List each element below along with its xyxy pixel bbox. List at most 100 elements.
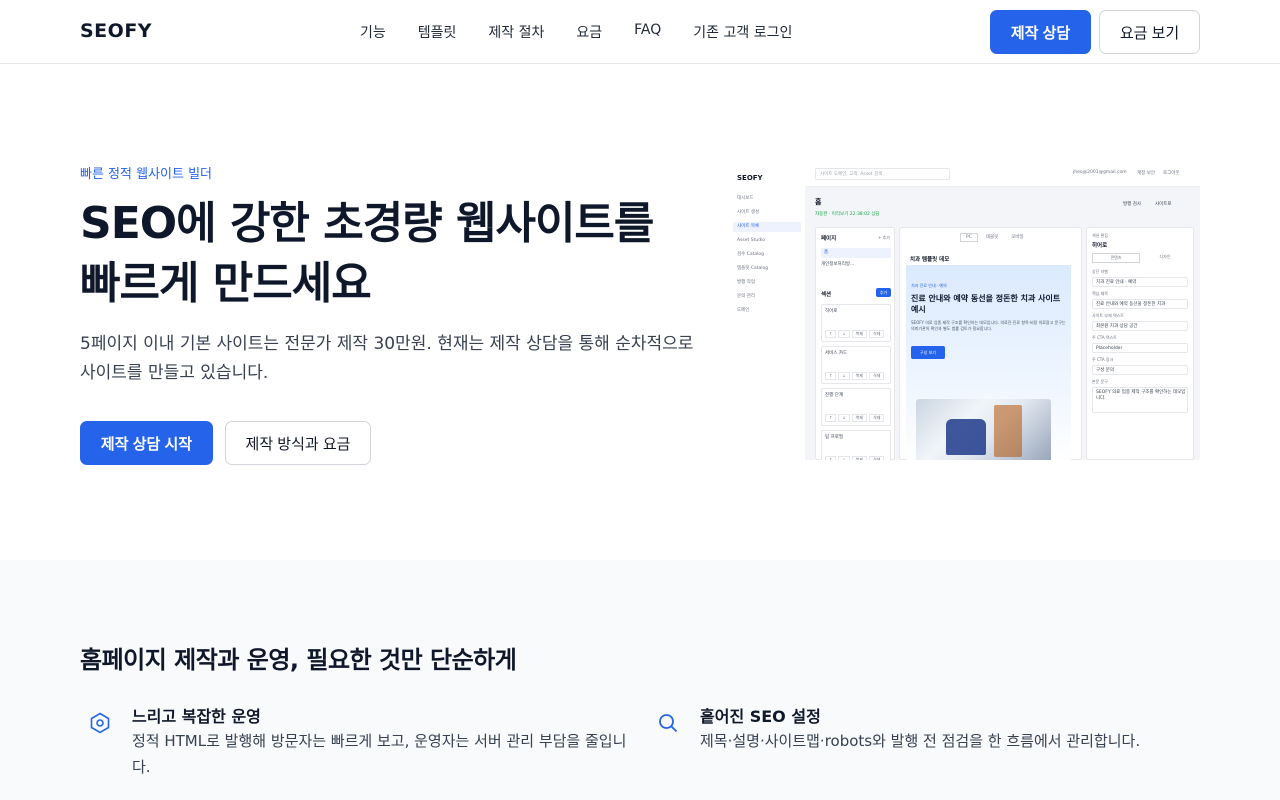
nav-features[interactable]: 기능 [360, 22, 386, 42]
mock-edit-panel: 섹션 편집 히어로 콘텐츠 디자인 상단 라벨 치과 진료 안내 · 예약 핵심… [1086, 227, 1194, 460]
mock-section-action: 삭제 [869, 330, 885, 338]
mock-field-label: 핵심 제목 [1092, 291, 1108, 296]
mock-sections-title: 섹션 [821, 292, 832, 298]
mock-logo: SEOFY [737, 174, 763, 182]
mock-preview-title: 진료 안내와 예약 동선을 정돈한 치과 사이트 예시 [911, 294, 1061, 314]
feature-text: 제목·설명·사이트맵·robots와 발행 전 점검을 한 흐름에서 관리합니다… [700, 732, 1141, 750]
mock-field-value: 치과 진료 안내 · 예약 [1092, 277, 1188, 287]
mock-section-name: 히어로 [825, 309, 838, 314]
mock-field-label: 상단 라벨 [1092, 269, 1108, 274]
mock-device-tabs: PC 태블릿 모바일 [960, 233, 1029, 242]
mock-section-card: 서비스 카드 ↑ ↓ 복제 삭제 [821, 346, 891, 384]
mock-topbar: 사이트 도메인, 고객, Asset 검색 jheo@2001@gmail.co… [805, 165, 1200, 187]
product-screenshot: SEOFY 대시보드 사이트 생성 사이트 목록 Asset Studio 검수… [730, 165, 1200, 460]
mock-field-label: 본문 문구 [1092, 379, 1108, 384]
logo[interactable]: SEOFY [80, 20, 152, 42]
nav-process[interactable]: 제작 절차 [488, 22, 544, 42]
mock-section-name: 서비스 카드 [825, 351, 848, 356]
mock-section-action: 복제 [851, 414, 868, 422]
mock-pages-panel: 페이지 + 추가 홈 개인정보처리방... 섹션 추가 히어로 ↑ ↓ 복제 삭제 서비… [815, 227, 895, 460]
mock-section-name: 팀 프로필 [825, 435, 843, 440]
mock-section-action: ↑ [825, 330, 837, 338]
mock-preview-site-title: 치과 템플릿 데모 [910, 257, 950, 263]
mock-device-tab: 모바일 [1011, 235, 1024, 240]
hero-description: 5페이지 이내 기본 사이트는 전문가 제작 30만원. 현재는 제작 상담을 … [80, 334, 694, 383]
mock-section-action: 복제 [851, 456, 868, 460]
search-icon [656, 711, 680, 735]
mock-section-action: ↑ [825, 414, 837, 422]
mock-sections-add: 추가 [876, 288, 891, 297]
mock-field-value: SEOFY 의료 업종 제작 구조를 확인하는 데모입니다. [1092, 387, 1188, 413]
mock-section-action: ↑ [825, 456, 837, 460]
mock-section-action: ↓ [838, 456, 850, 460]
mock-section-action: 복제 [851, 372, 868, 380]
mock-field-value: 진료 안내와 예약 동선을 정돈한 치과 [1092, 299, 1188, 309]
mock-sidebar: SEOFY 대시보드 사이트 생성 사이트 목록 Asset Studio 검수… [730, 165, 805, 460]
hero-eyebrow: 빠른 정적 웹사이트 빌더 [80, 167, 212, 182]
hexagon-icon [88, 711, 112, 735]
mock-side-item: 도메인 [737, 308, 750, 313]
main-nav: 기능 템플릿 제작 절차 요금 FAQ 기존 고객 로그인 [360, 22, 792, 42]
mock-section-actions: ↑ ↓ 복제 삭제 [825, 372, 885, 380]
mock-side-item: 문의 관리 [737, 294, 755, 299]
mock-top-action: 로그아웃 [1163, 171, 1180, 176]
mock-editor: 홈 자동완 · 미리보기 22:38:02 상담 발행 검사 사이트로 페이지 … [805, 187, 1200, 460]
mock-preview-panel: PC 태블릿 모바일 치과 템플릿 데모 치과 진료 안내 · 예약 진료 안내… [899, 227, 1082, 460]
mock-side-item: 템플릿 Catalog [737, 266, 769, 271]
mock-search: 사이트 도메인, 고객, Asset 검색 [815, 168, 950, 180]
mock-side-item: Asset Studio [737, 238, 766, 243]
mock-page-label: 홈 [815, 198, 822, 206]
mock-section-action: 삭제 [869, 456, 885, 460]
mock-status: 자동완 · 미리보기 22:38:02 상담 [815, 212, 880, 217]
nav-templates[interactable]: 템플릿 [418, 22, 457, 42]
photo-chair [946, 419, 986, 455]
mock-pages-title: 페이지 [821, 236, 837, 242]
mock-top-action: 계정 보안 [1137, 171, 1155, 176]
feature-heading: 흩어진 SEO 설정 [700, 707, 821, 726]
mock-section-action: 삭제 [869, 372, 885, 380]
mock-field-value: 최본원 치과 상담 공간 [1092, 321, 1188, 331]
mock-side-item: 사이트 생성 [737, 210, 760, 215]
mock-preview-button-label: 구성 보기 [920, 350, 936, 355]
mock-panel-title: 섹션 편집 [1092, 233, 1108, 238]
mock-section-actions: ↑ ↓ 복제 삭제 [825, 414, 885, 422]
mock-section-actions: ↑ ↓ 복제 삭제 [825, 456, 885, 460]
feature-text: 정적 HTML로 발행해 방문자는 빠르게 보고, 운영자는 서버 관리 부담을… [132, 732, 627, 776]
mock-device-tab: PC [960, 233, 978, 242]
mock-preview-button: 구성 보기 [911, 346, 945, 359]
consult-button[interactable]: 제작 상담 [990, 10, 1091, 54]
hero-title: SEO에 강한 초경량 웹사이트를 빠르게 만드세요 [80, 198, 654, 309]
mock-section-action: ↓ [838, 330, 850, 338]
mock-section-action: ↓ [838, 414, 850, 422]
mock-device-tab: 태블릿 [985, 235, 999, 240]
mock-section-action: ↑ [825, 372, 837, 380]
mock-field-value: 구성 문의 [1092, 365, 1188, 375]
mock-toolbar-item: 발행 검사 [1123, 202, 1141, 207]
photo-lamp [994, 405, 1022, 457]
nav-pricing[interactable]: 요금 [576, 22, 602, 42]
nav-customer-login[interactable]: 기존 고객 로그인 [693, 22, 792, 42]
clinic-photo [916, 399, 1051, 460]
mock-field-value: Placeholder [1092, 343, 1188, 353]
mock-panel-tabs: 콘텐츠 디자인 [1092, 253, 1188, 263]
mock-side-item: 대시보드 [737, 196, 754, 201]
mock-field-label: 주 CTA 텍스트 [1092, 335, 1117, 340]
mock-section-action: ↓ [838, 372, 850, 380]
mock-section-actions: ↑ ↓ 복제 삭제 [825, 330, 885, 338]
mock-section-card: 팀 프로필 ↑ ↓ 복제 삭제 [821, 430, 891, 460]
nav-faq[interactable]: FAQ [634, 22, 661, 42]
process-pricing-button[interactable]: 제작 방식과 요금 [225, 421, 371, 465]
pricing-button[interactable]: 요금 보기 [1099, 10, 1200, 54]
features-title: 홈페이지 제작과 운영, 필요한 것만 단순하게 [80, 646, 517, 674]
mock-panel-tab: 디자인 [1159, 254, 1171, 259]
feature-heading: 느리고 복잡한 운영 [132, 707, 261, 726]
mock-page-item: 개인정보처리방... [821, 262, 855, 267]
mock-section-name: 진행 단계 [825, 393, 843, 398]
mock-preview-eyebrow: 치과 진료 안내 · 예약 [911, 283, 947, 288]
mock-preview-hero: 치과 진료 안내 · 예약 진료 안내와 예약 동선을 정돈한 치과 사이트 예… [906, 265, 1071, 460]
mock-preview-text: SEOFY 의료 업종 제작 구조를 확인하는 데모입니다. 의료진·진료 항목… [911, 320, 1066, 331]
mock-section-action: 복제 [851, 330, 868, 338]
start-consult-button[interactable]: 제작 상담 시작 [80, 421, 213, 465]
mock-panel-section: 히어로 [1092, 243, 1108, 249]
mock-section-card: 히어로 ↑ ↓ 복제 삭제 [821, 304, 891, 342]
